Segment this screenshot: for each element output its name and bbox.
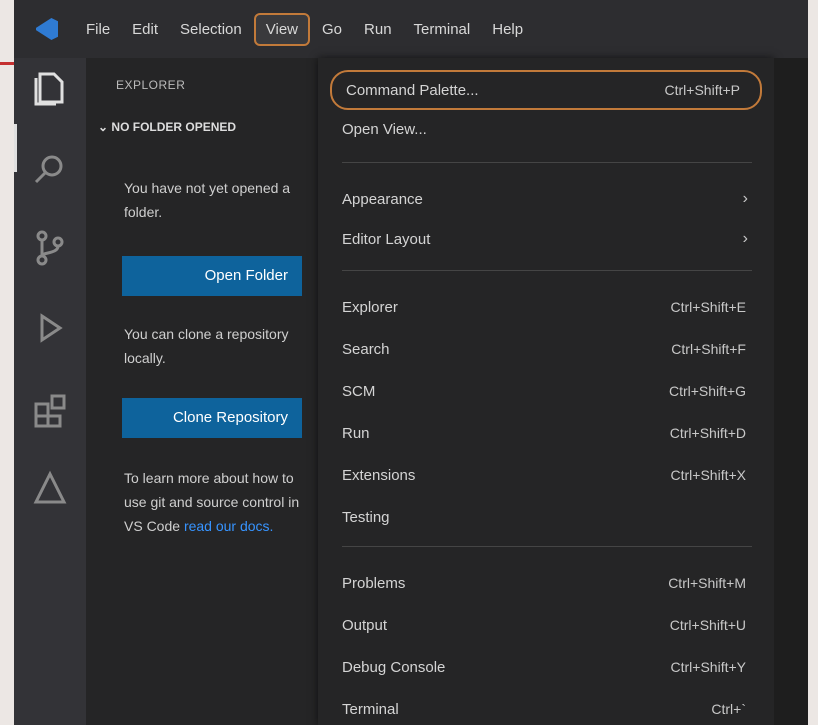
menu-debug-console[interactable]: Debug Console Ctrl+Shift+Y [342, 650, 752, 684]
menu-item-shortcut: Ctrl+Shift+M [668, 575, 746, 591]
run-debug-icon[interactable] [30, 308, 70, 348]
menu-command-palette[interactable]: Command Palette... Ctrl+Shift+P [330, 70, 762, 110]
menu-explorer[interactable]: Explorer Ctrl+Shift+E [342, 290, 752, 324]
menu-item-shortcut: Ctrl+Shift+F [671, 341, 746, 357]
section-title: NO FOLDER OPENED [111, 120, 237, 134]
title-bar: File Edit Selection View Go Run Terminal… [14, 0, 808, 58]
source-control-icon[interactable] [30, 228, 70, 268]
menu-item-shortcut: Ctrl+` [711, 701, 746, 717]
view-menu-dropdown: Command Palette... Ctrl+Shift+P Open Vie… [318, 58, 774, 725]
clone-repository-button[interactable]: Clone Repository [122, 398, 302, 438]
menu-item-shortcut: Ctrl+Shift+G [668, 383, 746, 399]
menu-item-label: Explorer [342, 298, 398, 316]
chevron-right-icon: › [742, 190, 748, 207]
menu-file[interactable]: File [76, 13, 120, 46]
chevron-down-icon: ⌄ [98, 120, 109, 134]
sidebar-title: EXPLORER [116, 78, 186, 92]
red-marker [0, 62, 14, 65]
menu-item-label: SCM [342, 382, 376, 400]
menu-run[interactable]: Run [354, 13, 402, 46]
open-folder-button[interactable]: Open Folder [122, 256, 302, 296]
menu-output[interactable]: Output Ctrl+Shift+U [342, 608, 752, 642]
menu-item-label: Testing [342, 508, 390, 526]
clone-text: You can clone a repository locally. [124, 326, 289, 366]
menu-problems[interactable]: Problems Ctrl+Shift+M [342, 566, 752, 600]
menu-item-label: Command Palette... [346, 81, 479, 99]
menu-item-shortcut: Ctrl+Shift+E [670, 299, 746, 315]
activity-bar [14, 58, 86, 725]
menu-item-label: Search [342, 340, 390, 358]
menu-separator [342, 270, 752, 271]
learn-more-text: To learn more about how to use git and s… [124, 466, 304, 538]
chevron-right-icon: › [742, 230, 748, 247]
menu-item-label: Extensions [342, 466, 416, 484]
menu-item-label: Appearance [342, 190, 423, 208]
menu-scm[interactable]: SCM Ctrl+Shift+G [342, 374, 752, 408]
menu-item-label: Editor Layout [342, 230, 431, 248]
testing-icon[interactable] [30, 468, 70, 508]
menu-item-label: Run [342, 424, 370, 442]
menu-terminal[interactable]: Terminal [404, 13, 481, 46]
no-folder-text: You have not yet opened a folder. [124, 180, 291, 220]
menu-testing[interactable]: Testing [342, 500, 752, 534]
menu-view[interactable]: View [253, 12, 310, 46]
vscode-window: File Edit Selection View Go Run Terminal… [14, 0, 808, 725]
menu-item-shortcut: Ctrl+Shift+U [669, 617, 746, 633]
search-icon[interactable] [30, 150, 70, 190]
menu-separator [342, 546, 752, 547]
menu-separator [342, 162, 752, 163]
menu-item-label: Terminal [342, 700, 399, 718]
menu-selection[interactable]: Selection [170, 13, 252, 46]
menu-search[interactable]: Search Ctrl+Shift+F [342, 332, 752, 366]
menu-item-shortcut: Ctrl+Shift+X [670, 467, 746, 483]
vscode-logo-icon [36, 18, 58, 40]
menu-help[interactable]: Help [482, 13, 533, 46]
explorer-sidebar: EXPLORER ⌄ NO FOLDER OPENED You have not… [86, 58, 318, 725]
menu-edit[interactable]: Edit [122, 13, 168, 46]
menu-appearance[interactable]: Appearance › [342, 182, 752, 216]
menu-extensions[interactable]: Extensions Ctrl+Shift+X [342, 458, 752, 492]
menu-item-label: Debug Console [342, 658, 446, 676]
menu-bar: File Edit Selection View Go Run Terminal… [76, 0, 535, 58]
menu-terminal[interactable]: Terminal Ctrl+` [342, 692, 752, 725]
menu-item-shortcut: Ctrl+Shift+P [664, 82, 740, 98]
menu-item-label: Problems [342, 574, 406, 592]
left-margin [0, 0, 14, 725]
menu-editor-layout[interactable]: Editor Layout › [342, 222, 752, 256]
explorer-icon[interactable] [30, 68, 70, 108]
extensions-icon[interactable] [30, 390, 70, 430]
menu-item-shortcut: Ctrl+Shift+D [669, 425, 746, 441]
menu-item-label: Open View... [342, 120, 427, 138]
menu-item-label: Output [342, 616, 388, 634]
docs-link[interactable]: read our docs. [184, 518, 274, 534]
menu-item-shortcut: Ctrl+Shift+Y [670, 659, 746, 675]
menu-go[interactable]: Go [312, 13, 352, 46]
section-header[interactable]: ⌄ NO FOLDER OPENED [98, 120, 236, 134]
right-margin [808, 0, 818, 725]
menu-open-view[interactable]: Open View... [342, 112, 752, 146]
active-indicator [14, 124, 17, 172]
menu-run[interactable]: Run Ctrl+Shift+D [342, 416, 752, 450]
editor-area [774, 58, 808, 725]
